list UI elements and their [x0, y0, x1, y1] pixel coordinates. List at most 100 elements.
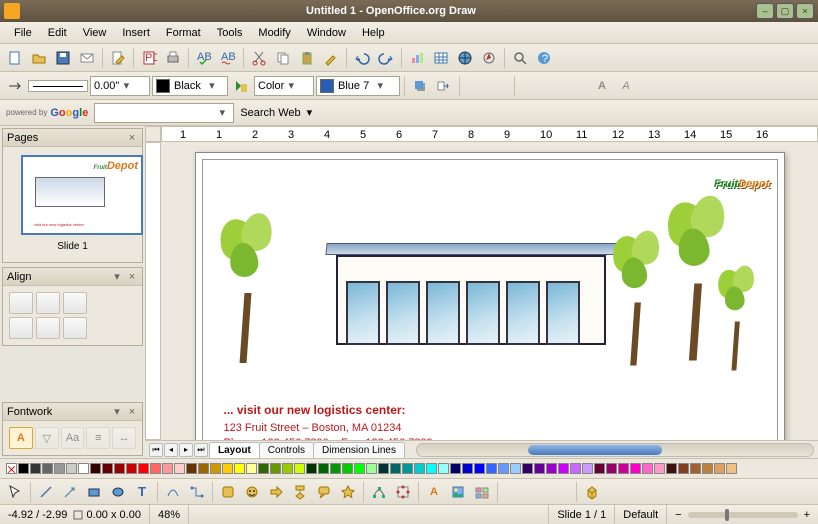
color-swatch[interactable]: [402, 463, 413, 474]
color-swatch[interactable]: [294, 463, 305, 474]
fill-color-combo[interactable]: Blue 7▾: [316, 76, 400, 96]
table-button[interactable]: [430, 47, 452, 69]
symbol-shapes-button[interactable]: [241, 481, 263, 503]
chevron-down-icon[interactable]: ▾: [119, 79, 133, 92]
color-swatch[interactable]: [714, 463, 725, 474]
color-swatch[interactable]: [210, 463, 221, 474]
line-tool-button[interactable]: [35, 481, 57, 503]
line-style-combo[interactable]: [28, 80, 88, 92]
color-swatch[interactable]: [42, 463, 53, 474]
line-color-combo[interactable]: Black▾: [152, 76, 228, 96]
arrange-button[interactable]: [550, 481, 572, 503]
chevron-down-icon[interactable]: ▾: [111, 406, 123, 418]
area-button[interactable]: [230, 75, 252, 97]
color-swatch[interactable]: [318, 463, 329, 474]
status-zoom-value[interactable]: 48%: [150, 505, 189, 524]
edit-file-button[interactable]: [107, 47, 129, 69]
color-swatch[interactable]: [54, 463, 65, 474]
email-button[interactable]: [76, 47, 98, 69]
zoom-knob[interactable]: [725, 509, 729, 521]
last-tab-button[interactable]: ⏭: [194, 443, 208, 457]
color-swatch[interactable]: [66, 463, 77, 474]
color-swatch[interactable]: [138, 463, 149, 474]
color-swatch[interactable]: [78, 463, 89, 474]
color-swatch[interactable]: [30, 463, 41, 474]
color-swatch[interactable]: [510, 463, 521, 474]
block-arrows-button[interactable]: [265, 481, 287, 503]
color-swatch[interactable]: [462, 463, 473, 474]
close-icon[interactable]: ×: [126, 271, 138, 283]
no-fill-swatch[interactable]: [6, 463, 17, 474]
color-swatch[interactable]: [246, 463, 257, 474]
chart-button[interactable]: [406, 47, 428, 69]
align-center-v-button[interactable]: [36, 317, 60, 339]
color-swatch[interactable]: [354, 463, 365, 474]
color-swatch[interactable]: [642, 463, 653, 474]
zoom-in-icon[interactable]: +: [804, 509, 810, 521]
color-swatch[interactable]: [630, 463, 641, 474]
color-swatch[interactable]: [438, 463, 449, 474]
menu-tools[interactable]: Tools: [209, 24, 251, 42]
color-swatch[interactable]: [726, 463, 737, 474]
align-center-h-button[interactable]: [36, 292, 60, 314]
color-swatch[interactable]: [546, 463, 557, 474]
copy-button[interactable]: [272, 47, 294, 69]
hyperlink-button[interactable]: [454, 47, 476, 69]
chevron-down-icon[interactable]: ▾: [307, 106, 313, 119]
menu-insert[interactable]: Insert: [114, 24, 158, 42]
menu-file[interactable]: File: [6, 24, 40, 42]
fontwork-shape-button[interactable]: ▽: [35, 427, 59, 449]
stars-button[interactable]: [337, 481, 359, 503]
chevron-down-icon[interactable]: ▾: [373, 79, 387, 92]
redo-button[interactable]: [375, 47, 397, 69]
horizontal-ruler[interactable]: 112345678910111213141516: [161, 126, 818, 142]
bold-icon[interactable]: A: [591, 75, 613, 97]
callouts-button[interactable]: [313, 481, 335, 503]
fontwork-spacing-button[interactable]: ↔: [112, 427, 136, 449]
pdf-button[interactable]: PDF: [138, 47, 160, 69]
new-button[interactable]: [4, 47, 26, 69]
rotate-button[interactable]: [502, 481, 524, 503]
color-swatch[interactable]: [102, 463, 113, 474]
menu-modify[interactable]: Modify: [250, 24, 298, 42]
curve-tool-button[interactable]: [162, 481, 184, 503]
arrange-button[interactable]: [464, 75, 486, 97]
menu-format[interactable]: Format: [158, 24, 209, 42]
color-swatch[interactable]: [222, 463, 233, 474]
color-swatch[interactable]: [282, 463, 293, 474]
undo-button[interactable]: [351, 47, 373, 69]
align-bottom-button[interactable]: [63, 317, 87, 339]
color-swatch[interactable]: [678, 463, 689, 474]
maximize-button[interactable]: ▢: [776, 3, 794, 19]
align-button[interactable]: [526, 481, 548, 503]
search-combo[interactable]: ▾: [94, 103, 234, 123]
color-swatch[interactable]: [414, 463, 425, 474]
color-swatch[interactable]: [198, 463, 209, 474]
color-swatch[interactable]: [186, 463, 197, 474]
slide-thumbnail[interactable]: FruitDepot … visit our new logistics cen…: [21, 155, 143, 235]
color-swatch[interactable]: [426, 463, 437, 474]
page[interactable]: FruitDepot ... visit our new logistics c…: [195, 152, 785, 440]
arrow-tool-button[interactable]: [59, 481, 81, 503]
arrow-style-button[interactable]: [4, 75, 26, 97]
navigator-button[interactable]: [478, 47, 500, 69]
first-tab-button[interactable]: ⏮: [149, 443, 163, 457]
color-swatch[interactable]: [150, 463, 161, 474]
color-swatch[interactable]: [690, 463, 701, 474]
ellipse-tool-button[interactable]: [107, 481, 129, 503]
cut-button[interactable]: [248, 47, 270, 69]
color-swatch[interactable]: [618, 463, 629, 474]
paragraph-icon[interactable]: [567, 75, 589, 97]
text-tool-button[interactable]: T: [131, 481, 153, 503]
spellcheck-button[interactable]: ABC: [193, 47, 215, 69]
from-file-button[interactable]: [447, 481, 469, 503]
paste-button[interactable]: [296, 47, 318, 69]
chevron-down-icon[interactable]: ▾: [284, 79, 298, 92]
color-swatch[interactable]: [702, 463, 713, 474]
basic-shapes-button[interactable]: [217, 481, 239, 503]
rectangle-tool-button[interactable]: [83, 481, 105, 503]
gluepoints-button[interactable]: [392, 481, 414, 503]
chevron-down-icon[interactable]: ▾: [205, 79, 219, 92]
prev-tab-button[interactable]: ◂: [164, 443, 178, 457]
color-swatch[interactable]: [270, 463, 281, 474]
